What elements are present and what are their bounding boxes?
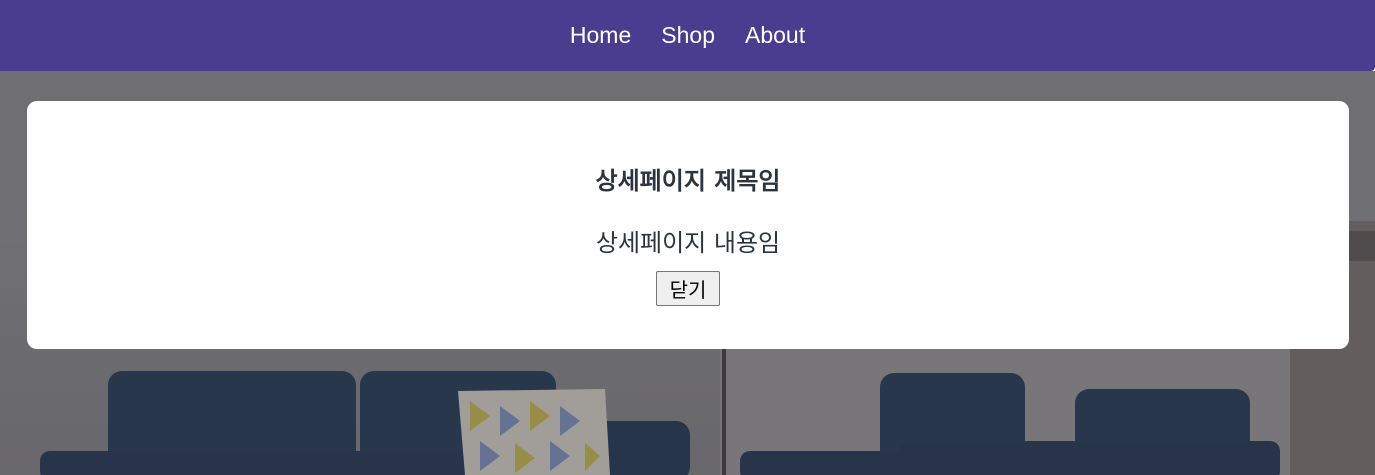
- nav-about-link[interactable]: About: [745, 22, 805, 49]
- close-button[interactable]: 닫기: [656, 271, 720, 306]
- top-navbar: Home Shop About: [0, 0, 1375, 71]
- modal-body-text: 상세페이지 내용임: [595, 229, 781, 257]
- nav-home-link[interactable]: Home: [570, 22, 631, 49]
- nav-shop-link[interactable]: Shop: [661, 22, 715, 49]
- detail-modal: 상세페이지 제목임 상세페이지 내용임 닫기: [27, 101, 1349, 349]
- modal-title: 상세페이지 제목임: [595, 167, 781, 195]
